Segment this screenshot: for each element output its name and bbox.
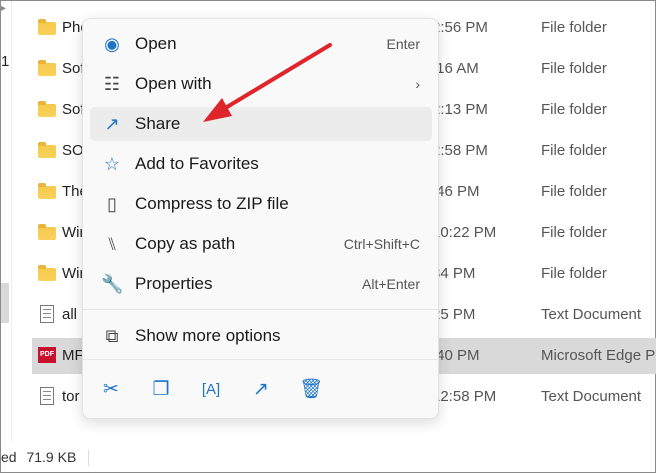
nav-label: 1 [1, 53, 10, 70]
status-divider [88, 450, 90, 467]
menu-divider [83, 359, 438, 360]
show-more-icon: ⧉ [105, 326, 119, 346]
file-date: :16 AM [432, 60, 479, 77]
file-name: all [62, 306, 78, 323]
folder-icon [38, 60, 56, 76]
menu-item-label: Add to Favorites [135, 154, 259, 173]
menu-item-compress-to-zip-file[interactable]: ▯ Compress to ZIP file [90, 187, 432, 221]
folder-icon [38, 19, 56, 35]
copy-path-icon: ⑊ [106, 234, 118, 254]
file-date: 10:22 PM [432, 224, 497, 241]
file-type: File folder [541, 142, 607, 159]
menu-item-open-with[interactable]: ☷ Open with › [90, 67, 432, 101]
file-date: :46 PM [432, 183, 480, 200]
file-date: 2:13 PM [432, 101, 488, 118]
menu-item-label: Show more options [135, 326, 281, 345]
share-icon[interactable]: ↗ [247, 376, 275, 404]
text-icon [40, 387, 54, 405]
status-prefix: ed [1, 449, 17, 465]
delete-icon[interactable]: 🗑 [297, 376, 325, 404]
file-name: tor [62, 388, 80, 405]
share-icon: ↗ [104, 114, 120, 134]
expand-icon[interactable]: ▸ [1, 3, 6, 14]
file-name: MF [62, 347, 84, 364]
menu-divider [83, 309, 438, 310]
file-date: 2:58 PM [432, 142, 488, 159]
menu-item-shortcut: Enter [386, 36, 420, 52]
file-date: :40 PM [432, 347, 480, 364]
wrench-icon: 🔧 [101, 274, 124, 294]
file-type: Text Document [541, 388, 642, 405]
file-type: File folder [541, 101, 607, 118]
file-type: File folder [541, 224, 607, 241]
menu-item-label: Open [135, 34, 177, 53]
cut-icon[interactable]: ✂ [97, 376, 125, 404]
menu-item-open[interactable]: ◉ Open Enter [90, 27, 432, 61]
zip-icon: ▯ [107, 194, 117, 214]
file-name: SO [62, 142, 84, 159]
pdf-icon: PDF [38, 347, 56, 363]
menu-item-copy-as-path[interactable]: ⑊ Copy as path Ctrl+Shift+C [90, 227, 432, 261]
menu-item-label: Open with [135, 74, 212, 93]
menu-item-shortcut: Alt+Enter [362, 276, 420, 292]
file-type: File folder [541, 60, 607, 77]
folder-icon [38, 265, 56, 281]
menu-item-shortcut: › [415, 76, 420, 92]
menu-item-label: Copy as path [135, 234, 236, 253]
edge-icon: ◉ [104, 34, 120, 54]
rename-icon[interactable]: [A] [197, 376, 225, 404]
star-icon: ☆ [103, 154, 121, 174]
open-with-icon: ☷ [103, 74, 121, 94]
folder-icon [38, 183, 56, 199]
status-bar: ed 71.9 KB [1, 449, 90, 467]
file-date: 12:58 PM [432, 388, 497, 405]
copy-icon[interactable]: ❐ [147, 376, 175, 404]
menu-item-label: Compress to ZIP file [135, 194, 289, 213]
folder-icon [38, 224, 56, 240]
context-menu: ◉ Open Enter ☷ Open with › ↗ Share ☆ Add t… [82, 18, 439, 419]
file-type: File folder [541, 19, 607, 36]
menu-item-share[interactable]: ↗ Share [90, 107, 432, 141]
file-type: Text Document [541, 306, 642, 323]
file-date: 2:56 PM [432, 19, 488, 36]
file-type: File folder [541, 183, 607, 200]
navigation-pane: ▸ 1 [1, 1, 12, 441]
folder-icon [38, 142, 56, 158]
nav-selected-item[interactable] [1, 283, 9, 323]
menu-item-show-more-options[interactable]: ⧉ Show more options [90, 319, 432, 353]
folder-icon [38, 101, 56, 117]
menu-item-label: Properties [135, 274, 213, 293]
text-icon [40, 305, 54, 323]
menu-item-add-to-favorites[interactable]: ☆ Add to Favorites [90, 147, 432, 181]
menu-item-shortcut: Ctrl+Shift+C [343, 236, 420, 252]
file-type: Microsoft Edge PD [541, 347, 656, 364]
file-type: File folder [541, 265, 607, 282]
selected-size: 71.9 KB [26, 449, 77, 465]
menu-item-label: Share [135, 114, 181, 133]
menu-item-properties[interactable]: 🔧 Properties Alt+Enter [90, 267, 432, 301]
